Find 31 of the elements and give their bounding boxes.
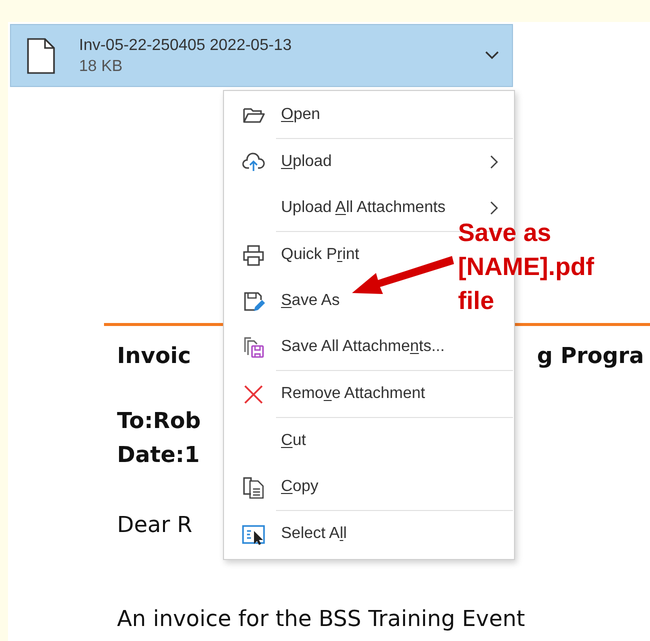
chevron-down-icon[interactable] — [485, 51, 499, 60]
recipient-line: To:Rob — [117, 408, 201, 436]
select-all-icon — [242, 522, 265, 546]
menu-item[interactable]: Upload All Attachments — [281, 196, 446, 220]
attachment-name: Inv-05-22-250405 2022-05-13 — [79, 36, 292, 56]
menu-item[interactable]: Open — [281, 103, 320, 127]
save-all-icon — [242, 336, 265, 358]
cloud-upload-icon — [242, 150, 265, 174]
printer-icon — [242, 244, 265, 266]
file-icon — [26, 38, 56, 74]
attachment-size: 18 KB — [79, 56, 124, 76]
invoice-heading: Invoic — [117, 343, 191, 371]
save-pencil-icon — [242, 290, 265, 312]
chevron-right-icon — [490, 201, 498, 215]
body-text: An invoice for the BSS Training Event — [117, 606, 526, 634]
attachment-card[interactable]: Inv-05-22-250405 2022-05-13 18 KB — [10, 24, 513, 87]
copy-icon — [242, 476, 265, 498]
menu-item[interactable]: Save As — [281, 289, 340, 313]
invoice-heading: g Progra — [537, 343, 644, 371]
date-line: Date:1 — [117, 442, 200, 470]
close-icon — [242, 382, 265, 406]
annotation-text: Save as [NAME].pdf file — [458, 218, 594, 317]
menu-item[interactable]: Copy — [281, 475, 318, 499]
menu-item[interactable]: Remove Attachment — [281, 382, 426, 406]
menu-item[interactable]: Quick Print — [281, 243, 360, 267]
greeting-text: Dear R — [117, 512, 192, 540]
menu-item[interactable]: Select All — [281, 522, 347, 546]
chevron-right-icon — [490, 155, 498, 169]
menu-item[interactable]: Save All Attachments... — [281, 335, 445, 359]
menu-item[interactable]: Cut — [281, 429, 306, 453]
menu-item[interactable]: Upload — [281, 150, 332, 174]
